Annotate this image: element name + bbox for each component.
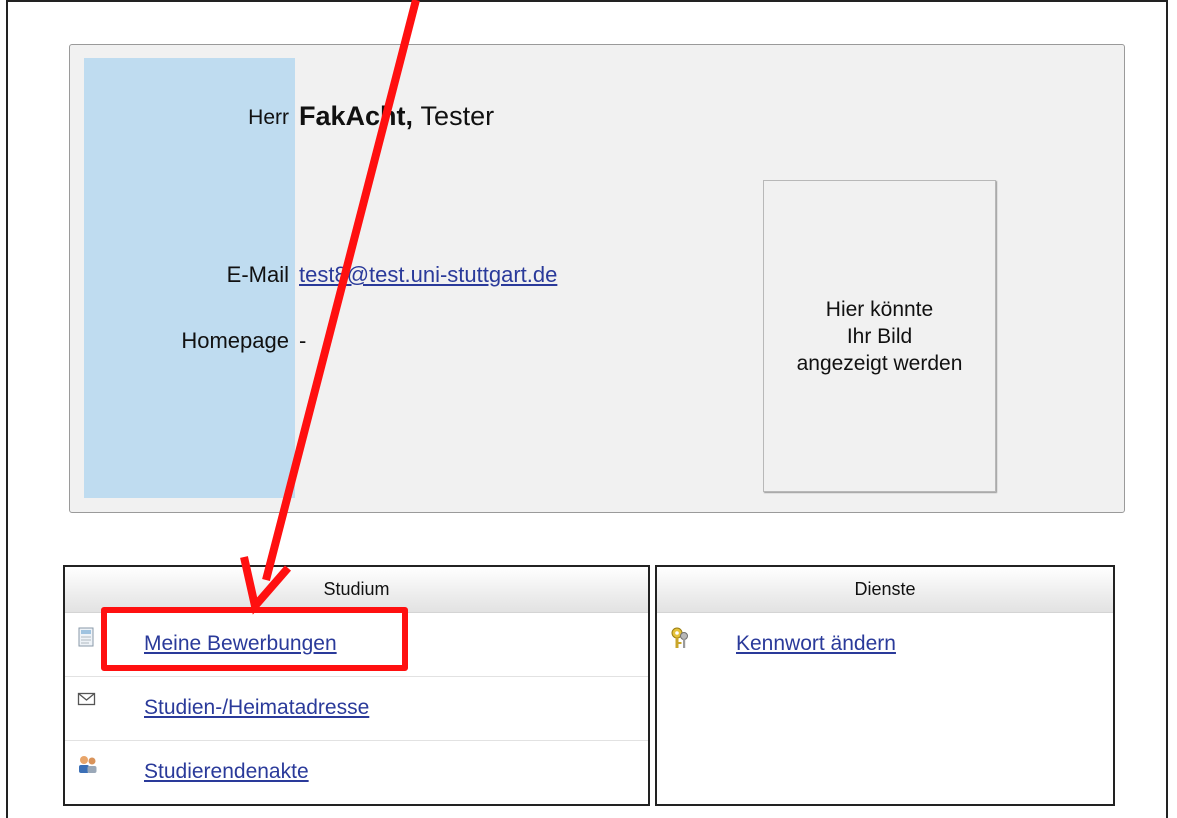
- given-name: Tester: [420, 101, 495, 131]
- dienste-panel: Dienste Kennwort ändern: [655, 565, 1115, 806]
- surname: FakAcht,: [299, 101, 414, 131]
- photo-text-line: Hier könnte: [825, 297, 934, 321]
- photo-text-line: Ihr Bild: [846, 324, 913, 348]
- users-icon: [77, 755, 97, 775]
- studierendenakte-link[interactable]: Studierendenakte: [144, 760, 309, 784]
- homepage-value: -: [299, 328, 307, 353]
- annotation-highlight-box: [101, 607, 408, 671]
- profile-name: FakAcht, Tester: [299, 101, 494, 132]
- list-item: Studien-/Heimatadresse: [65, 677, 648, 741]
- envelope-icon: [77, 691, 97, 711]
- salutation: Herr: [248, 106, 289, 129]
- dienste-header: Dienste: [657, 567, 1113, 613]
- kennwort-aendern-link[interactable]: Kennwort ändern: [736, 632, 896, 656]
- studium-panel: Studium Meine Bewerbungen Studien-/Heima…: [63, 565, 650, 806]
- email-label: E-Mail: [226, 262, 289, 287]
- email-link[interactable]: test8@test.uni-stuttgart.de: [299, 262, 557, 288]
- document-icon: [77, 627, 97, 647]
- profile-photo-placeholder: Hier könnte Ihr Bild angezeigt werden: [763, 180, 996, 492]
- list-item: Kennwort ändern: [657, 613, 1113, 676]
- photo-text-line: angezeigt werden: [796, 351, 963, 375]
- keys-icon: [669, 627, 689, 648]
- studien-heimatadresse-link[interactable]: Studien-/Heimatadresse: [144, 696, 369, 720]
- homepage-label: Homepage: [181, 328, 289, 353]
- list-item: Studierendenakte: [65, 741, 648, 804]
